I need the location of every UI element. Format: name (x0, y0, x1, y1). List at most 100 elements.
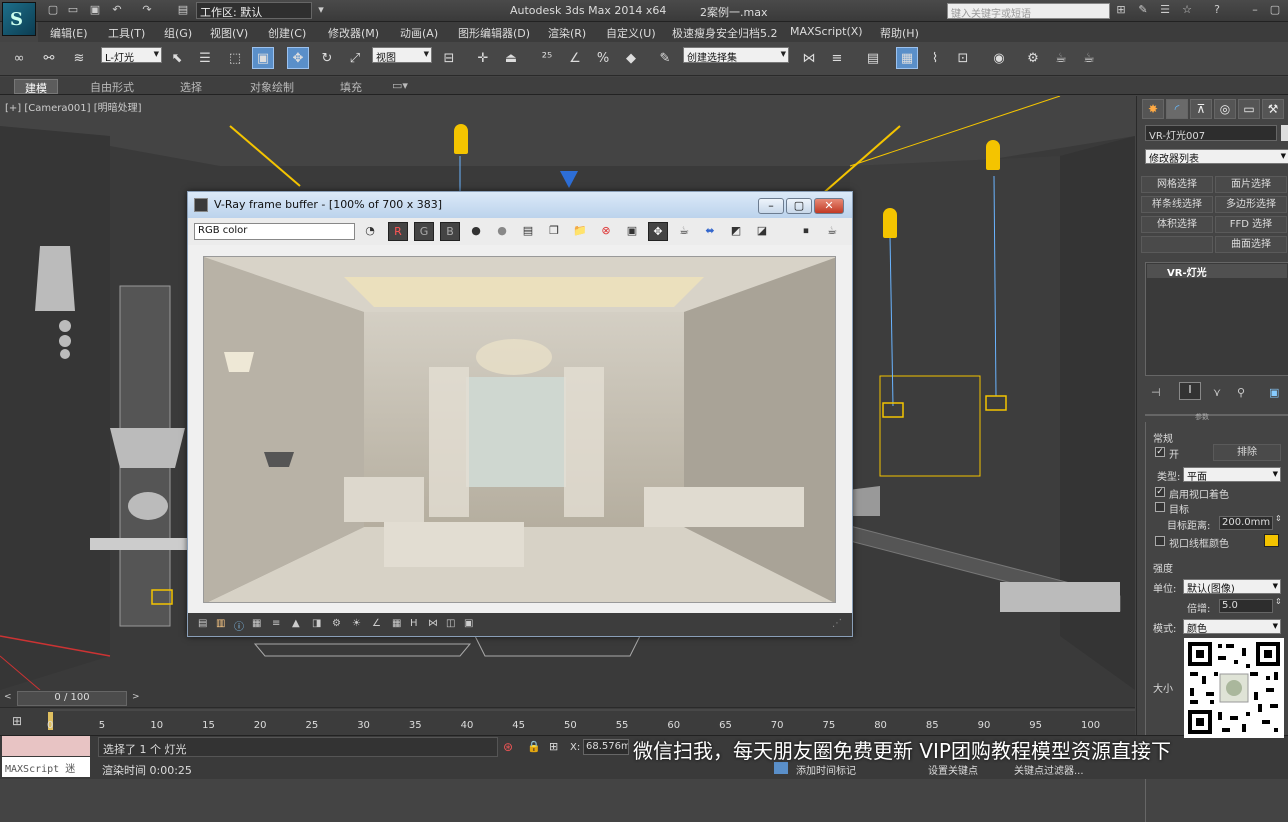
red-channel-button[interactable]: R (388, 222, 408, 241)
help-icon[interactable]: ? (1210, 3, 1224, 17)
pin-stack-icon[interactable]: ⊣ (1151, 386, 1161, 399)
vfb-stamp-icon[interactable]: ▣ (464, 618, 473, 629)
motion-tab-icon[interactable]: ◎ (1214, 99, 1236, 119)
track-mouse-icon[interactable]: ✥ (648, 222, 668, 241)
make-unique-icon[interactable]: ⋎ (1213, 386, 1221, 399)
menu-archive-plugin[interactable]: 极速瘦身安全归档5.2 (672, 25, 778, 41)
redo-icon[interactable]: ↷ (140, 3, 154, 17)
vray-frame-buffer-window[interactable]: V-Ray frame buffer - [100% of 700 x 383]… (187, 191, 853, 637)
menu-maxscript[interactable]: MAXScript(X) (790, 25, 863, 38)
vfb-curve-icon[interactable]: ≡ (272, 618, 280, 629)
search-input[interactable]: 键入关键字或短语 (947, 3, 1110, 20)
project-folder-icon[interactable]: ▤ (176, 3, 190, 17)
selection-filter-dropdown[interactable]: L-灯光 (101, 47, 162, 64)
reference-coord-dropdown[interactable]: 视图 (372, 47, 432, 64)
vfb-info-icon[interactable]: ⓘ (234, 618, 244, 633)
light-gizmo-icon[interactable] (883, 208, 897, 238)
menu-group[interactable]: 组(G) (164, 25, 192, 41)
spline-select-button[interactable]: 样条线选择 (1141, 196, 1213, 213)
stop-render-icon[interactable]: ⏹ (796, 222, 816, 241)
ribbon-tab-selection[interactable]: 选择 (170, 79, 212, 94)
patch-select-button[interactable]: 面片选择 (1215, 176, 1287, 193)
hierarchy-tab-icon[interactable]: ⊼ (1190, 99, 1212, 119)
favorites-star-icon[interactable]: ☆ (1180, 3, 1194, 17)
light-gizmo-icon[interactable] (454, 124, 468, 154)
vfb-colorcurve-icon[interactable]: ∠ (372, 618, 381, 629)
vray-titlebar[interactable]: V-Ray frame buffer - [100% of 700 x 383]… (188, 192, 852, 218)
keyboard-shortcut-icon[interactable]: ⏏ (500, 47, 522, 69)
menu-modifiers[interactable]: 修改器(M) (328, 25, 379, 41)
wire-color-swatch[interactable] (1264, 534, 1279, 547)
minimize-icon[interactable]: – (1248, 3, 1262, 17)
menu-edit[interactable]: 编辑(E) (50, 25, 88, 41)
spinner-snap-icon[interactable]: ◆ (620, 47, 642, 69)
align-icon[interactable]: ≡ (826, 47, 848, 69)
workspace-dropdown[interactable]: 工作区: 默认 (196, 2, 312, 19)
vfb-hsv-icon[interactable]: H (410, 618, 418, 629)
display-tab-icon[interactable]: ▭ (1238, 99, 1260, 119)
vfb-lens-icon[interactable]: ▥ (216, 618, 225, 629)
multiplier-input[interactable]: 5.0 (1219, 599, 1273, 613)
percent-snap-icon[interactable]: % (592, 47, 614, 69)
menu-views[interactable]: 视图(V) (210, 25, 248, 41)
exclude-button[interactable]: 排除 (1213, 444, 1281, 461)
render-production-icon[interactable]: ☕ (1078, 47, 1100, 69)
undo-icon[interactable]: ↶ (110, 3, 124, 17)
select-move-icon[interactable]: ✥ (287, 47, 309, 69)
maximize-icon[interactable]: ▢ (1268, 3, 1282, 17)
ribbon-tab-freeform[interactable]: 自由形式 (80, 79, 144, 94)
target-checkbox[interactable] (1155, 502, 1165, 512)
save-icon[interactable]: ▣ (88, 3, 102, 17)
graphite-toggle-icon[interactable]: ▦ (896, 47, 918, 69)
edit-named-sets-icon[interactable]: ✎ (654, 47, 676, 69)
empty-modifier-button[interactable] (1141, 236, 1213, 253)
close-button[interactable]: ✕ (814, 198, 844, 214)
x-coord-input[interactable]: 68.576mm (583, 739, 629, 755)
vfb-histogram-icon[interactable]: ▲ (292, 618, 300, 629)
region-render-icon[interactable]: ⬌ (700, 222, 720, 241)
open-folder-icon[interactable]: 📁 (570, 222, 590, 241)
menu-rendering[interactable]: 渲染(R) (548, 25, 586, 41)
select-object-icon[interactable]: ⬉ (166, 47, 188, 69)
app-logo-button[interactable]: S (2, 2, 36, 36)
render-setup-icon[interactable]: ⚙ (1022, 47, 1044, 69)
snaps-toggle-icon[interactable]: ²⁵ (536, 47, 558, 69)
menu-tools[interactable]: 工具(T) (108, 25, 145, 41)
menu-create[interactable]: 创建(C) (268, 25, 306, 41)
duplicate-vfb-icon[interactable]: ▣ (622, 222, 642, 241)
open-file-icon[interactable]: ▭ (66, 3, 80, 17)
type-dropdown[interactable]: 平面 (1183, 467, 1281, 483)
menu-graph-editors[interactable]: 图形编辑器(D) (458, 25, 530, 41)
spinner-icon[interactable]: ⇕ (1275, 597, 1282, 606)
alpha-white-icon[interactable]: ● (466, 222, 486, 241)
ribbon-tab-populate[interactable]: 填充 (330, 79, 372, 94)
mesh-select-button[interactable]: 网格选择 (1141, 176, 1213, 193)
color-wheel-icon[interactable]: ◔ (360, 222, 380, 241)
viewport-camera-label[interactable]: [Camera001] (24, 103, 90, 114)
vfb-white-balance-icon[interactable]: ☀ (352, 618, 361, 629)
surface-select-button[interactable]: 曲面选择 (1215, 236, 1287, 253)
configure-sets-icon[interactable]: ▣ (1269, 386, 1279, 399)
maximize-button[interactable]: ▢ (786, 198, 812, 214)
ribbon-tab-modeling[interactable]: 建模 (14, 79, 58, 95)
absolute-mode-icon[interactable]: ⊞ (549, 740, 558, 753)
bind-spacewarp-icon[interactable]: ≋ (68, 47, 90, 69)
curve-editor-icon[interactable]: ⌇ (924, 47, 946, 69)
menu-animation[interactable]: 动画(A) (400, 25, 438, 41)
load-image-icon[interactable]: ❐ (544, 222, 564, 241)
blue-channel-button[interactable]: B (440, 222, 460, 241)
communication-icon[interactable]: ☰ (1158, 3, 1172, 17)
mirror-icon[interactable]: ⋈ (798, 47, 820, 69)
rollout-title[interactable]: 参数 (1195, 412, 1209, 422)
mode-dropdown[interactable]: 颜色 (1183, 619, 1281, 635)
volume-select-button[interactable]: 体积选择 (1141, 216, 1213, 233)
pivot-center-icon[interactable]: ⊟ (438, 47, 460, 69)
key-filters-button[interactable]: 关键点过滤器... (1014, 762, 1084, 777)
select-rotate-icon[interactable]: ↻ (316, 47, 338, 69)
save-image-icon[interactable]: ▤ (518, 222, 538, 241)
utilities-tab-icon[interactable]: ⚒ (1262, 99, 1284, 119)
viewport-shading-label[interactable]: [明暗处理] (94, 103, 142, 114)
isolate-icon[interactable]: ⊛ (503, 740, 513, 754)
prev-frame-icon[interactable]: < (4, 692, 12, 702)
modifier-list-dropdown[interactable]: 修改器列表 (1145, 149, 1288, 165)
